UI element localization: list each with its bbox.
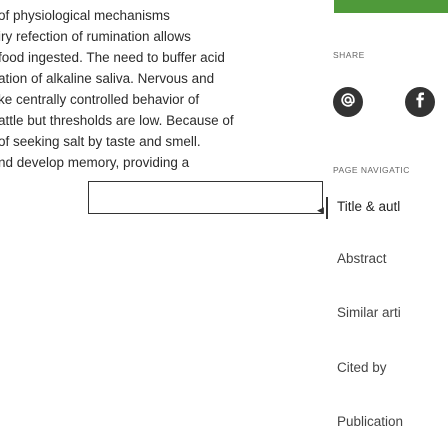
nav-item-cited-by[interactable]: Cited by xyxy=(337,360,387,375)
article-line: ation of alkaline saliva. Nervous and xyxy=(0,71,215,86)
nav-item-similar-articles[interactable]: Similar arti xyxy=(337,305,401,320)
nav-item-abstract[interactable]: Abstract xyxy=(337,251,387,266)
article-line: iry refection of rumination allows xyxy=(0,29,191,44)
page-navigation-panel: Title & autl Abstract Similar arti Cited… xyxy=(326,181,448,448)
text-selection-popup[interactable] xyxy=(88,181,323,214)
article-line: of seeking salt by taste and smell. xyxy=(0,134,201,149)
article-line: of physiological mechanisms xyxy=(0,8,170,23)
share-label: SHARE xyxy=(333,50,365,60)
share-email-button[interactable] xyxy=(333,87,363,117)
nav-item-title-authors[interactable]: Title & autl xyxy=(337,199,400,214)
article-line: ke centrally controlled behavior of xyxy=(0,92,200,107)
article-line: food ingested. The need to buffer acid xyxy=(0,50,225,65)
nav-item-publication[interactable]: Publication xyxy=(337,414,403,429)
header-accent-bar xyxy=(334,0,448,13)
facebook-icon xyxy=(413,92,427,113)
at-sign-icon xyxy=(340,92,356,113)
article-line: attle but thresholds are low. Because of xyxy=(0,113,234,128)
active-indicator xyxy=(326,197,328,219)
share-facebook-button[interactable] xyxy=(405,87,435,117)
page-navigation-label: PAGE NAVIGATIC xyxy=(333,165,410,175)
caret-left-icon: ◀ xyxy=(317,205,324,215)
article-line: nd develop memory, providing a xyxy=(0,155,190,170)
